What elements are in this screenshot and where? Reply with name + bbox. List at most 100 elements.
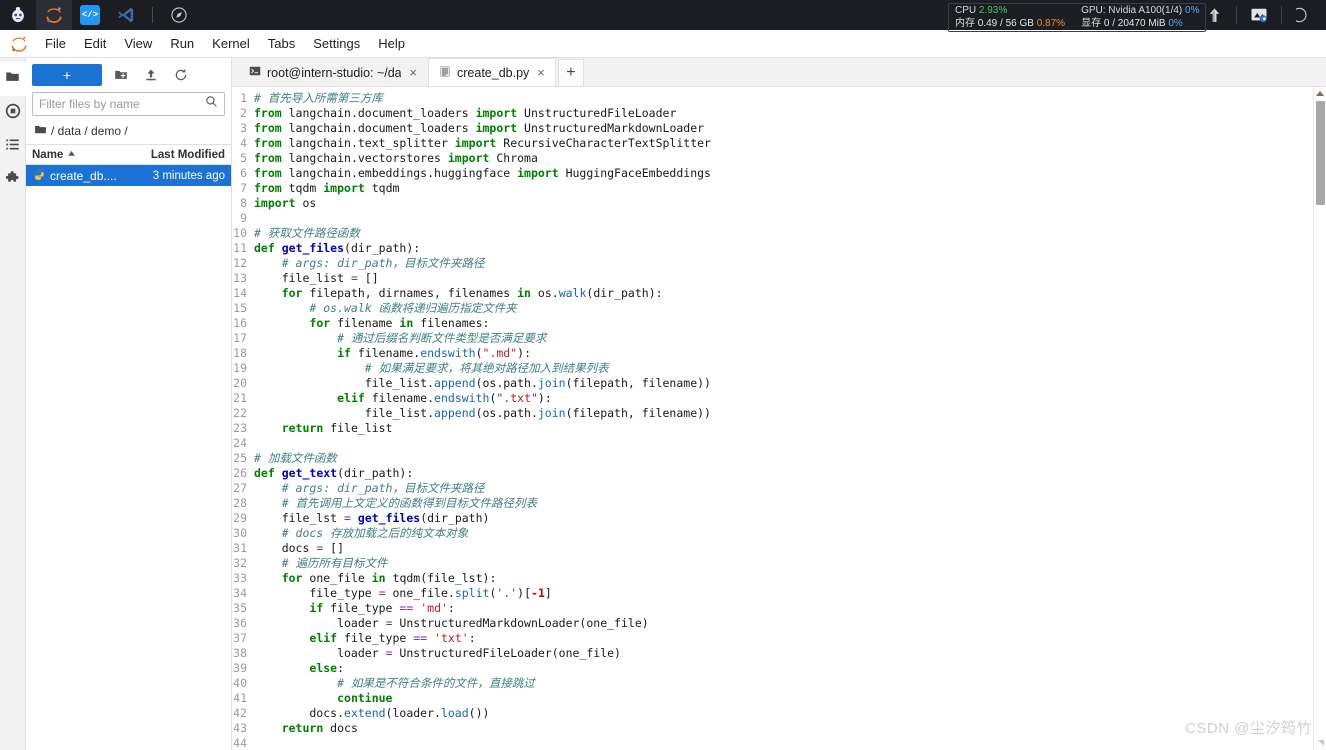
code-line-text[interactable]: for filepath, dirnames, filenames in os.… — [254, 286, 1326, 301]
code-token: return — [281, 721, 324, 735]
code-line-text[interactable]: file_type = one_file.split('.')[-1] — [254, 586, 1326, 601]
menu-item-view[interactable]: View — [115, 32, 161, 55]
new-folder-icon[interactable] — [110, 64, 132, 86]
code-line-text[interactable]: from langchain.document_loaders import U… — [254, 106, 1326, 121]
jupyter-app-icon[interactable] — [36, 0, 72, 30]
tab-create-db-py[interactable]: create_db.py × — [428, 58, 556, 86]
list-item[interactable]: create_db.... 3 minutes ago — [26, 165, 231, 186]
breadcrumb[interactable]: / data / demo / — [26, 120, 231, 144]
code-line-text[interactable]: # 加载文件函数 — [254, 451, 1326, 466]
menu-item-edit[interactable]: Edit — [75, 32, 115, 55]
code-line-text[interactable]: if filename.endswith(".md"): — [254, 346, 1326, 361]
code-line-text[interactable]: # 首先导入所需第三方库 — [254, 91, 1326, 106]
code-line-text[interactable]: else: — [254, 661, 1326, 676]
code-token: # 加载文件函数 — [254, 451, 337, 465]
sidebar-item-running[interactable] — [0, 96, 26, 130]
code-line-text[interactable]: loader = UnstructuredFileLoader(one_file… — [254, 646, 1326, 661]
code-line-text[interactable]: def get_files(dir_path): — [254, 241, 1326, 256]
sidebar-item-extensions[interactable] — [0, 164, 26, 198]
vram-value: 0 / 20470 MiB — [1103, 17, 1166, 29]
code-line-text[interactable]: docs.extend(loader.load()) — [254, 706, 1326, 721]
image-share-icon[interactable] — [1237, 0, 1281, 30]
code-line-text[interactable]: for one_file in tqdm(file_lst): — [254, 571, 1326, 586]
code-line-text[interactable]: # args: dir_path，目标文件夹路径 — [254, 256, 1326, 271]
file-name-label: create_db.... — [50, 168, 117, 183]
new-launcher-button[interactable]: + — [32, 64, 102, 86]
code-line-text[interactable] — [254, 211, 1326, 226]
code-line-text[interactable]: loader = UnstructuredMarkdownLoader(one_… — [254, 616, 1326, 631]
search-icon[interactable] — [205, 95, 218, 113]
refresh-icon[interactable] — [170, 64, 192, 86]
code-line-text[interactable] — [254, 736, 1326, 750]
code-line-text[interactable]: # 如果是不符合条件的文件，直接跳过 — [254, 676, 1326, 691]
menu-item-help[interactable]: Help — [369, 32, 414, 55]
code-line-text[interactable] — [254, 436, 1326, 451]
column-header-name[interactable]: Name — [32, 149, 133, 161]
code-line-text[interactable]: # 通过后缀名判断文件类型是否满足要求 — [254, 331, 1326, 346]
code-line-text[interactable]: file_list.append(os.path.join(filepath, … — [254, 406, 1326, 421]
code-lines[interactable]: 1 # 首先导入所需第三方库 2 from langchain.document_lo… — [232, 87, 1326, 750]
vertical-scrollbar[interactable] — [1313, 87, 1326, 750]
code-editor[interactable]: 1 # 首先导入所需第三方库 2 from langchain.document_lo… — [232, 87, 1326, 750]
more-icon[interactable] — [1282, 0, 1326, 30]
code-line-text[interactable]: # 遍历所有目标文件 — [254, 556, 1326, 571]
close-icon[interactable]: × — [535, 66, 547, 79]
code-token: (loader. — [385, 706, 441, 720]
code-line-text[interactable]: return file_list — [254, 421, 1326, 436]
code-line-text[interactable]: elif filename.endswith(".txt"): — [254, 391, 1326, 406]
menu-bar: File Edit View Run Kernel Tabs Settings … — [0, 30, 1326, 58]
vscode-app-icon[interactable] — [108, 0, 144, 30]
compass-app-icon[interactable] — [161, 0, 197, 30]
code-line: 44 — [232, 736, 1326, 750]
code-line-text[interactable]: from langchain.vectorstores import Chrom… — [254, 151, 1326, 166]
code-line-text[interactable]: file_list.append(os.path.join(filepath, … — [254, 376, 1326, 391]
code-line-text[interactable]: # 如果满足要求，将其绝对路径加入到结果列表 — [254, 361, 1326, 376]
column-header-modified[interactable]: Last Modified — [133, 149, 225, 161]
code-line-text[interactable]: # 获取文件路径函数 — [254, 226, 1326, 241]
code-line-text[interactable]: for filename in filenames: — [254, 316, 1326, 331]
file-filter-box[interactable] — [32, 92, 225, 116]
code-line-text[interactable]: # 首先调用上文定义的函数得到目标文件路径列表 — [254, 496, 1326, 511]
menu-item-file[interactable]: File — [36, 32, 75, 55]
sidebar-item-commands[interactable] — [0, 130, 26, 164]
code-line-text[interactable]: from langchain.document_loaders import U… — [254, 121, 1326, 136]
code-line-text[interactable]: import os — [254, 196, 1326, 211]
code-line-text[interactable]: file_lst = get_files(dir_path) — [254, 511, 1326, 526]
new-tab-button[interactable]: + — [557, 59, 584, 86]
scrollbar-thumb[interactable] — [1316, 101, 1325, 205]
code-app-icon[interactable]: </> — [72, 0, 108, 30]
tab-terminal[interactable]: root@intern-studio: ~/dat × — [238, 58, 428, 86]
code-line-text[interactable]: # args: dir_path，目标文件夹路径 — [254, 481, 1326, 496]
studio-logo-icon[interactable] — [0, 0, 36, 30]
code-line-text[interactable]: def get_text(dir_path): — [254, 466, 1326, 481]
code-token: (dir_path): — [344, 241, 421, 255]
code-line-text[interactable]: continue — [254, 691, 1326, 706]
code-line-text[interactable]: elif file_type == 'txt': — [254, 631, 1326, 646]
search-input[interactable] — [39, 97, 205, 111]
scroll-up-icon[interactable] — [1316, 91, 1324, 96]
code-line-text[interactable]: if file_type == 'md': — [254, 601, 1326, 616]
line-number: 11 — [232, 241, 254, 256]
menu-item-settings[interactable]: Settings — [304, 32, 369, 55]
code-line: 29 file_lst = get_files(dir_path) — [232, 511, 1326, 526]
code-line-text[interactable]: from langchain.embeddings.huggingface im… — [254, 166, 1326, 181]
code-line-text[interactable]: from tqdm import tqdm — [254, 181, 1326, 196]
menu-item-tabs[interactable]: Tabs — [259, 32, 304, 55]
code-line-text[interactable]: # os.walk 函数将递归遍历指定文件夹 — [254, 301, 1326, 316]
code-token: one_file — [302, 571, 372, 585]
sidebar-item-file-browser[interactable] — [0, 62, 26, 96]
menu-item-kernel[interactable]: Kernel — [203, 32, 259, 55]
code-line-text[interactable]: return docs — [254, 721, 1326, 736]
upload-arrow-icon[interactable] — [1192, 0, 1236, 30]
close-icon[interactable]: × — [407, 66, 419, 79]
code-line-text[interactable]: file_list = [] — [254, 271, 1326, 286]
cpu-label: CPU — [955, 5, 977, 16]
code-line-text[interactable]: # docs 存放加载之后的纯文本对象 — [254, 526, 1326, 541]
menu-item-run[interactable]: Run — [161, 32, 203, 55]
upload-icon[interactable] — [140, 64, 162, 86]
code-line: 11 def get_files(dir_path): — [232, 241, 1326, 256]
code-line-text[interactable]: from langchain.text_splitter import Recu… — [254, 136, 1326, 151]
code-line-text[interactable]: docs = [] — [254, 541, 1326, 556]
